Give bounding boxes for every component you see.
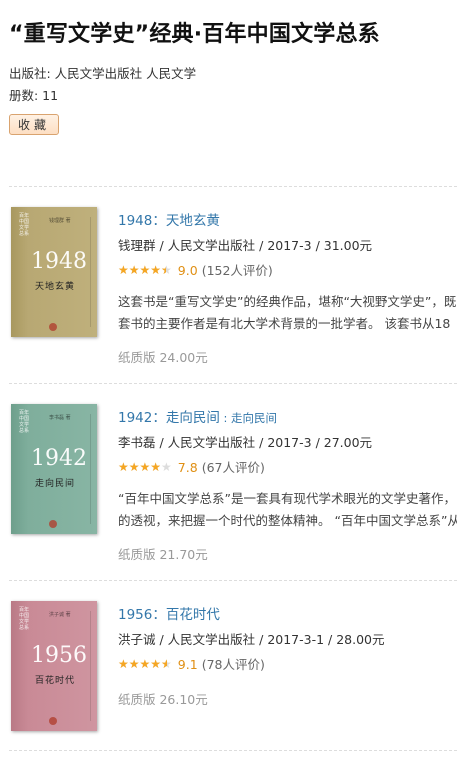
book-description: 这套书是“重写文学史”的经典作品，堪称“大视野文学史”，既 套书的主要作者是有北… [118, 294, 457, 331]
book-publication-info: 洪子诚 / 人民文学出版社 / 2017-3-1 / 28.00元 [118, 632, 385, 647]
publisher-line: 出版社: 人民文学出版社 人民文学 [9, 66, 197, 81]
list-item: 百年中国文学总系 李书磊 著 1942 走向民间 1942：走向民间 : 走向民… [0, 384, 457, 569]
cover-year: 1942 [31, 446, 87, 471]
book-publication-info: 李书磊 / 人民文学出版社 / 2017-3 / 27.00元 [118, 435, 373, 450]
book-cover[interactable]: 百年中国文学总系 李书磊 著 1942 走向民间 [11, 404, 97, 534]
cover-title: 走向民间 [35, 479, 76, 489]
book-cover[interactable]: 百年中国文学总系 洪子诚 著 1956 百花时代 [11, 601, 97, 731]
list-item: 百年中国文学总系 钱理群 著 1948 天地玄黄 1948：天地玄黄 钱理群 /… [0, 187, 457, 372]
book-title-link[interactable]: 1942：走向民间 : 走向民间 [118, 406, 277, 426]
book-cover[interactable]: 百年中国文学总系 钱理群 著 1948 天地玄黄 [11, 207, 97, 337]
cover-year: 1948 [31, 249, 87, 274]
publisher-seal-icon [49, 520, 57, 528]
rating-score: 9.1 [177, 657, 198, 672]
book-rating: ★★★★★ ★★★★★ 9.1 (78人评价) [118, 654, 265, 673]
page-title: “重写文学史”经典·百年中国文学总系 [9, 22, 380, 47]
rating-stars-icon: ★★★★★★★★★★ [118, 263, 172, 277]
book-title-link[interactable]: 1948：天地玄黄 [118, 209, 220, 229]
paper-price-link[interactable]: 纸质版 26.10元 [118, 689, 208, 708]
cover-title: 天地玄黄 [35, 282, 76, 292]
book-rating: ★★★★★★★★★★ 9.0(152人评价) [118, 260, 273, 279]
book-description: “百年中国文学总系”是一套具有现代学术眼光的文学史著作， 的透视，来把握一个时代… [118, 491, 457, 528]
rating-stars-icon: ★★★★★★★★★★ [118, 460, 172, 474]
publisher-seal-icon [49, 323, 57, 331]
rating-votes: (78人评价) [201, 657, 265, 672]
book-publication-info: 钱理群 / 人民文学出版社 / 2017-3 / 31.00元 [118, 238, 373, 253]
cover-year: 1956 [31, 643, 87, 668]
cover-title: 百花时代 [35, 676, 76, 686]
rating-score: 9.0 [177, 263, 198, 278]
rating-votes: (152人评价) [201, 263, 273, 278]
list-item: 百年中国文学总系 洪子诚 著 1956 百花时代 1956：百花时代 洪子诚 /… [0, 581, 457, 766]
collect-button[interactable]: 收藏 [9, 114, 60, 135]
paper-price-link[interactable]: 纸质版 24.00元 [118, 347, 208, 366]
rating-votes: (67人评价) [201, 460, 265, 475]
rating-stars-icon: ★★★★★★★★★★ [118, 657, 172, 671]
paper-price-link[interactable]: 纸质版 21.70元 [118, 544, 208, 563]
divider [9, 750, 457, 751]
rating-score: 7.8 [177, 460, 198, 475]
volume-count: 册数: 11 [9, 88, 59, 103]
publisher-seal-icon [49, 717, 57, 725]
book-rating: ★★★★★★★★★★ 7.8(67人评价) [118, 457, 265, 476]
book-title-link[interactable]: 1956：百花时代 [118, 603, 220, 623]
